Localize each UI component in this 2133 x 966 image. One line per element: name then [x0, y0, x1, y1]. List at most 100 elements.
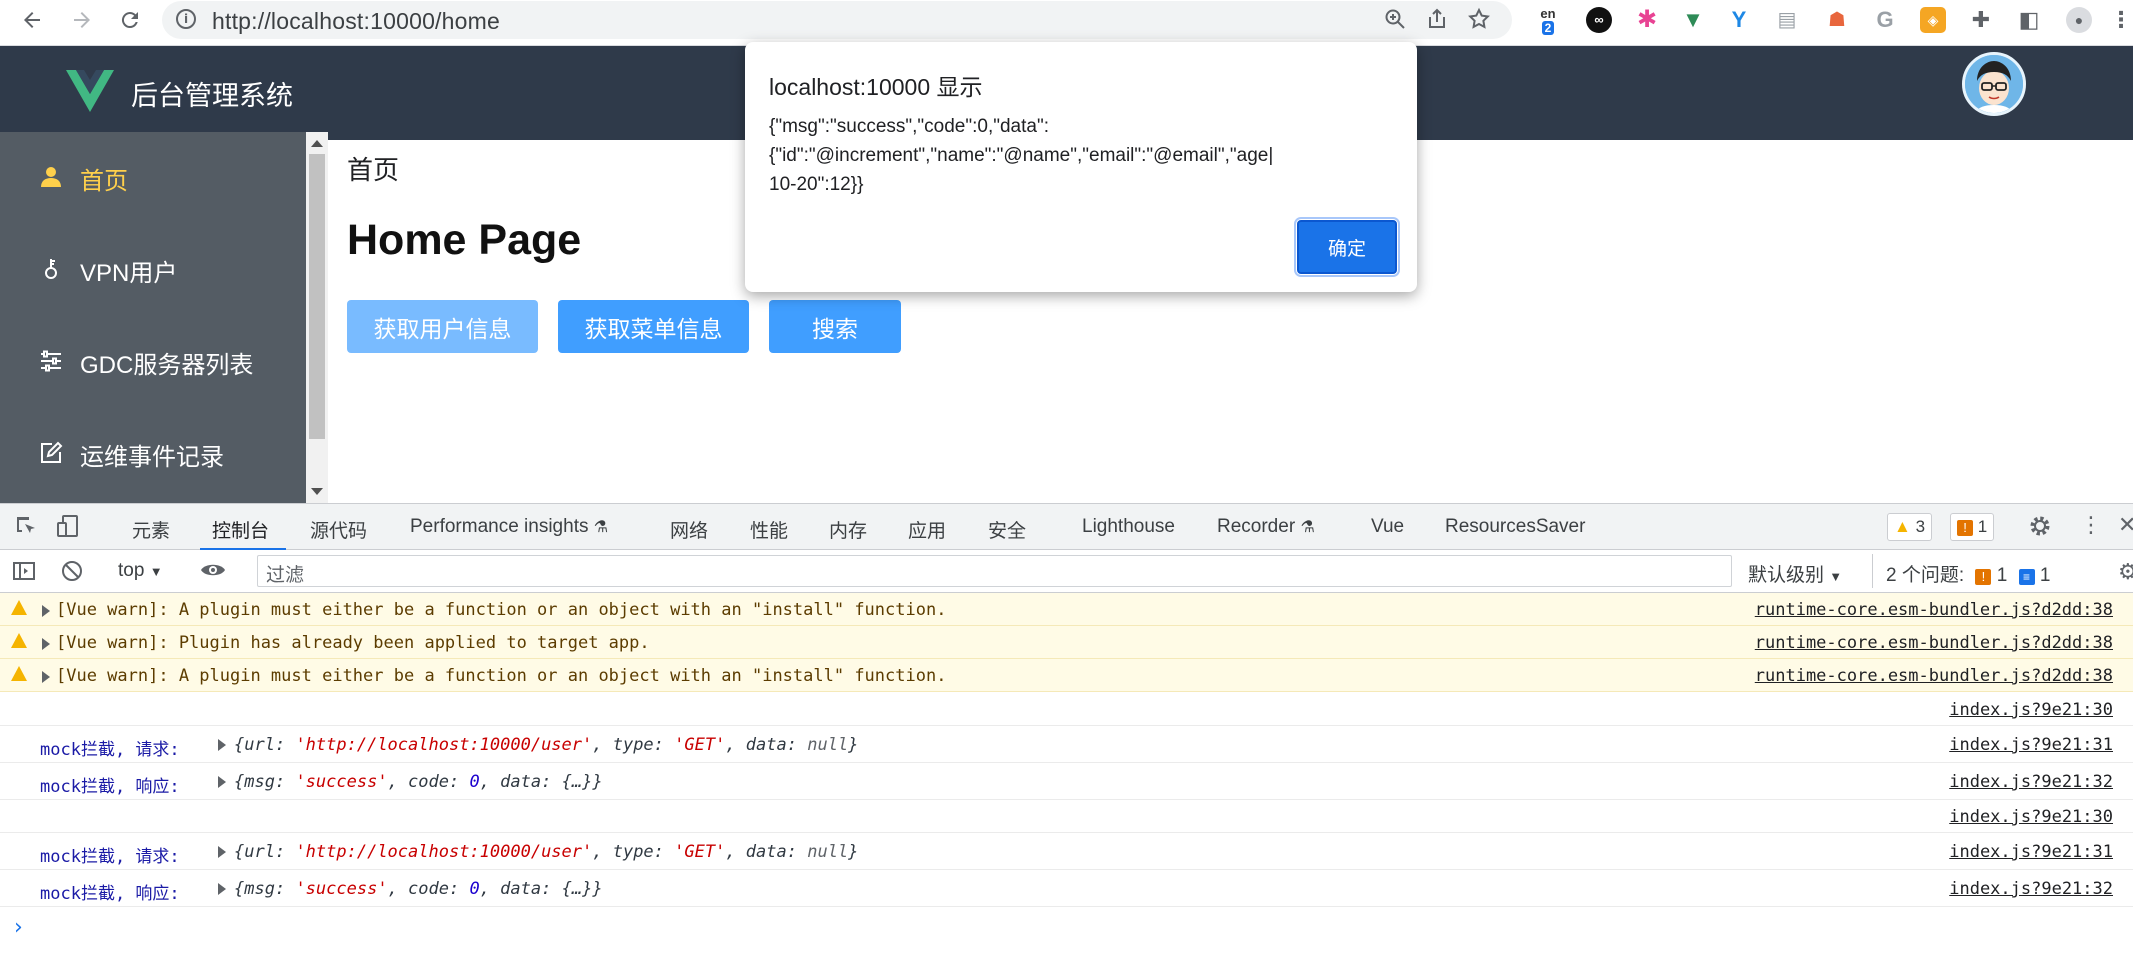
expand-arrow-icon[interactable] — [218, 883, 226, 895]
console-log-row[interactable]: mock拦截, 请求: {url: 'http://localhost:1000… — [0, 726, 2133, 763]
profile-icon[interactable]: ● — [2066, 7, 2092, 33]
back-arrow-icon — [24, 12, 40, 28]
tab-elements[interactable]: 元素 — [132, 516, 170, 543]
log-request-object[interactable]: {url: 'http://localhost:10000/user', typ… — [234, 735, 858, 755]
expand-arrow-icon[interactable] — [42, 638, 50, 650]
close-devtools-icon[interactable]: ✕ — [2118, 512, 2133, 538]
tab-memory[interactable]: 内存 — [829, 516, 867, 543]
expand-arrow-icon[interactable] — [42, 605, 50, 617]
infinity-extension-icon[interactable]: ∞ — [1586, 7, 1612, 33]
settings-gear-icon[interactable] — [2028, 514, 2052, 544]
dialog-ok-button[interactable]: 确定 — [1294, 217, 1400, 277]
console-prompt-icon[interactable]: › — [14, 915, 23, 940]
g-extension-icon[interactable]: G — [1872, 7, 1898, 33]
dropdown-arrow-icon: ▼ — [149, 564, 163, 579]
reload-button[interactable] — [110, 0, 150, 40]
reader-extension-icon[interactable]: ▤ — [1774, 7, 1800, 33]
orange-extension-icon[interactable]: ◈ — [1920, 7, 1946, 33]
browser-menu-icon[interactable]: ⋮ — [2108, 7, 2133, 33]
console-log-row[interactable]: mock拦截, 请求: {url: 'http://localhost:1000… — [0, 833, 2133, 870]
expand-arrow-icon[interactable] — [42, 671, 50, 683]
search-button[interactable]: 搜索 — [769, 300, 901, 353]
sidebar-item-label: GDC服务器列表 — [80, 351, 254, 379]
get-user-info-button[interactable]: 获取用户信息 — [347, 300, 538, 353]
console-filter-input[interactable]: 过滤 — [257, 555, 1732, 587]
source-link[interactable]: index.js?9e21:30 — [1949, 700, 2113, 720]
log-response-object[interactable]: {msg: 'success', code: 0, data: {…}} — [234, 772, 603, 792]
source-link[interactable]: runtime-core.esm-bundler.js?d2dd:38 — [1755, 666, 2113, 686]
source-link[interactable]: runtime-core.esm-bundler.js?d2dd:38 — [1755, 633, 2113, 653]
warnings-badge[interactable]: ▲ 3 — [1887, 513, 1933, 541]
tab-network[interactable]: 网络 — [670, 516, 708, 543]
user-avatar[interactable] — [1962, 52, 2026, 116]
source-link[interactable]: index.js?9e21:32 — [1949, 772, 2113, 792]
warning-icon — [11, 633, 27, 648]
device-toolbar-icon[interactable] — [56, 514, 80, 544]
sidebar-item-gdc-servers[interactable]: GDC服务器列表 — [0, 316, 306, 408]
scroll-down-arrow-icon[interactable] — [311, 488, 323, 495]
flask-icon: ⚗ — [593, 519, 609, 536]
tab-sources[interactable]: 源代码 — [310, 516, 367, 543]
source-link[interactable]: index.js?9e21:32 — [1949, 879, 2113, 899]
get-menu-info-button[interactable]: 获取菜单信息 — [558, 300, 749, 353]
scrollbar-thumb[interactable] — [309, 154, 325, 439]
tree-extension-icon[interactable]: ☗ — [1824, 7, 1850, 33]
tab-performance[interactable]: 性能 — [750, 516, 788, 543]
sidebar-item-ops-events[interactable]: 运维事件记录 — [0, 408, 306, 500]
bookmark-star-icon[interactable] — [1466, 7, 1492, 33]
tab-vue[interactable]: Vue — [1371, 516, 1404, 538]
vue-devtools-extension-icon[interactable]: ▼ — [1680, 7, 1706, 33]
tab-security[interactable]: 安全 — [988, 516, 1026, 543]
inspect-element-icon[interactable] — [14, 514, 38, 544]
forward-button[interactable] — [62, 0, 102, 40]
log-request-object[interactable]: {url: 'http://localhost:10000/user', typ… — [234, 842, 858, 862]
devtools-tab-bar: 元素 控制台 源代码 Performance insights ⚗ 网络 性能 … — [0, 503, 2133, 551]
source-link[interactable]: runtime-core.esm-bundler.js?d2dd:38 — [1755, 600, 2113, 620]
back-button[interactable] — [12, 0, 52, 40]
dialog-message: {"msg":"success","code":0,"data": {"id":… — [769, 116, 1274, 195]
pinwheel-extension-icon[interactable]: ✱ — [1634, 7, 1660, 33]
console-log-row[interactable]: mock拦截, 响应: {msg: 'success', code: 0, da… — [0, 870, 2133, 907]
clear-console-icon[interactable] — [60, 559, 84, 589]
source-link[interactable]: index.js?9e21:31 — [1949, 735, 2113, 755]
log-level-dropdown[interactable]: 默认级别 ▼ — [1748, 560, 1842, 587]
sidebar-item-vpn-users[interactable]: VPN用户 — [0, 224, 306, 316]
address-bar[interactable]: i http://localhost:10000/home — [162, 1, 1512, 39]
issues-counter[interactable]: 2 个问题: ! 1 ≡ 1 — [1886, 560, 2050, 587]
source-link[interactable]: index.js?9e21:31 — [1949, 842, 2113, 862]
expand-arrow-icon[interactable] — [218, 739, 226, 751]
info-icon[interactable]: i — [176, 9, 196, 29]
tab-lighthouse[interactable]: Lighthouse — [1082, 516, 1175, 538]
live-expression-eye-icon[interactable] — [200, 558, 226, 588]
more-options-icon[interactable]: ⋮ — [2080, 512, 2102, 538]
tab-console[interactable]: 控制台 — [212, 516, 269, 543]
translate-extension-icon[interactable]: en 2 — [1535, 7, 1561, 35]
console-settings-gear-icon[interactable]: ⚙ — [2118, 559, 2133, 585]
sidebar-toggle-icon[interactable] — [12, 559, 36, 589]
zoom-icon[interactable] — [1382, 7, 1408, 33]
console-warning-row[interactable]: [Vue warn]: Plugin has already been appl… — [0, 626, 2133, 659]
log-response-object[interactable]: {msg: 'success', code: 0, data: {…}} — [234, 879, 603, 899]
expand-arrow-icon[interactable] — [218, 846, 226, 858]
console-warning-row[interactable]: [Vue warn]: A plugin must either be a fu… — [0, 659, 2133, 692]
console-log-row[interactable]: mock拦截, 响应: {msg: 'success', code: 0, da… — [0, 763, 2133, 800]
url-text[interactable]: http://localhost:10000/home — [212, 8, 500, 35]
share-icon[interactable] — [1424, 7, 1450, 33]
extensions-puzzle-icon[interactable]: ✚ — [1968, 7, 1994, 33]
tab-performance-insights[interactable]: Performance insights ⚗ — [410, 516, 608, 538]
obj-key: , data: — [725, 735, 808, 755]
context-selector[interactable]: top ▼ — [118, 560, 163, 582]
issues-badge[interactable]: ! 1 — [1950, 513, 1995, 541]
tab-application[interactable]: 应用 — [908, 516, 946, 543]
tab-resources-saver[interactable]: ResourcesSaver — [1445, 516, 1585, 538]
source-link[interactable]: index.js?9e21:30 — [1949, 807, 2113, 827]
log-level-value: 默认级别 — [1748, 565, 1825, 586]
console-warning-row[interactable]: [Vue warn]: A plugin must either be a fu… — [0, 593, 2133, 626]
expand-arrow-icon[interactable] — [218, 776, 226, 788]
y-extension-icon[interactable]: Y — [1726, 7, 1752, 33]
side-panel-icon[interactable]: ◧ — [2016, 7, 2042, 33]
scroll-up-arrow-icon[interactable] — [311, 140, 323, 147]
tab-recorder[interactable]: Recorder ⚗ — [1217, 516, 1315, 538]
sidebar-scrollbar[interactable] — [306, 132, 328, 503]
sidebar-item-home[interactable]: 首页 — [0, 132, 306, 224]
